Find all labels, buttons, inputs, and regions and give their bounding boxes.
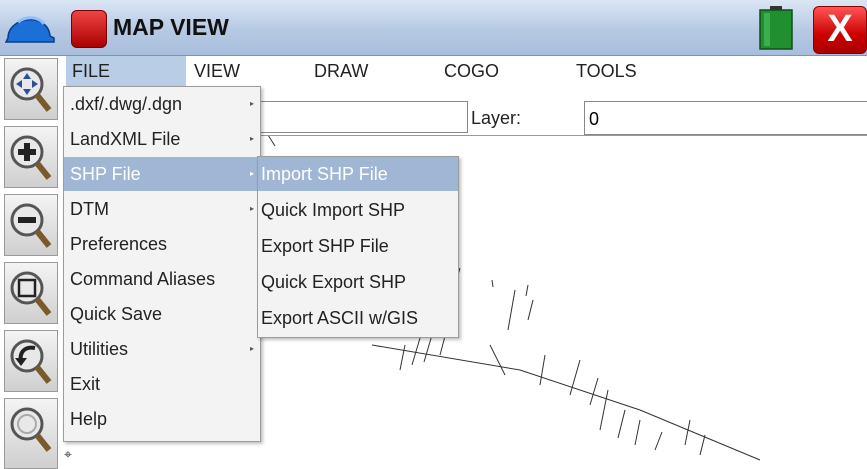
shp-menu-item-quick-export[interactable]: Quick Export SHP xyxy=(258,265,458,299)
battery-icon xyxy=(759,6,793,50)
left-toolbar xyxy=(0,56,60,469)
menu-bar: FILE VIEW DRAW COGO TOOLS xyxy=(60,56,867,86)
shp-menu-item-export-ascii[interactable]: Export ASCII w/GIS xyxy=(258,301,458,335)
shp-menu-item-quick-import[interactable]: Quick Import SHP xyxy=(258,193,458,227)
file-menu-item-dxf[interactable]: .dxf/.dwg/.dgn ▸ xyxy=(64,87,260,121)
menu-draw[interactable]: DRAW xyxy=(314,61,368,82)
menu-cogo[interactable]: COGO xyxy=(444,61,499,82)
app-title: MAP VIEW xyxy=(113,14,229,40)
zoom-in-button[interactable] xyxy=(4,126,58,188)
layer-label: Layer: xyxy=(471,108,522,128)
zoom-previous-button[interactable] xyxy=(4,330,58,392)
close-button[interactable]: X xyxy=(813,6,867,54)
zoom-window-icon xyxy=(10,271,52,316)
zoom-window-button[interactable] xyxy=(4,262,58,324)
title-bar: MAP VIEW X xyxy=(0,0,867,56)
file-menu-item-quick-save[interactable]: Quick Save xyxy=(64,297,260,331)
menu-file-label: FILE xyxy=(72,61,111,81)
file-menu-item-dtm[interactable]: DTM ▸ xyxy=(64,192,260,226)
layer-field[interactable]: 0 xyxy=(584,101,867,135)
submenu-arrow-icon: ▸ xyxy=(249,99,254,108)
zoom-previous-icon xyxy=(10,339,52,384)
shp-menu-item-export[interactable]: Export SHP File xyxy=(258,229,458,263)
zoom-extents-icon xyxy=(10,407,52,452)
file-menu-item-help[interactable]: Help xyxy=(64,402,260,436)
zoom-out-button[interactable] xyxy=(4,194,58,256)
hard-hat-icon[interactable] xyxy=(4,8,56,48)
file-menu-item-exit[interactable]: Exit xyxy=(64,367,260,401)
pan-button[interactable] xyxy=(4,58,58,120)
zoom-out-icon xyxy=(10,203,52,248)
zoom-in-icon xyxy=(10,135,52,180)
form-divider xyxy=(258,135,867,136)
file-menu: .dxf/.dwg/.dgn ▸ LandXML File ▸ SHP File… xyxy=(63,86,261,442)
menu-tools[interactable]: TOOLS xyxy=(576,61,637,82)
submenu-arrow-icon: ▸ xyxy=(249,204,254,213)
cursor-icon: ⌖ xyxy=(64,446,72,462)
shp-submenu: Import SHP File Quick Import SHP Export … xyxy=(257,156,459,338)
file-menu-item-shp[interactable]: SHP File ▸ xyxy=(64,157,260,191)
file-menu-item-command-aliases[interactable]: Command Aliases xyxy=(64,262,260,296)
submenu-arrow-icon: ▸ xyxy=(249,344,254,353)
name-field[interactable] xyxy=(258,101,468,133)
submenu-arrow-icon: ▸ xyxy=(249,169,254,178)
app-logo-icon xyxy=(71,10,107,48)
file-menu-item-utilities[interactable]: Utilities ▸ xyxy=(64,332,260,366)
shp-menu-item-import[interactable]: Import SHP File xyxy=(258,157,458,191)
submenu-arrow-icon: ▸ xyxy=(249,134,254,143)
file-menu-item-preferences[interactable]: Preferences xyxy=(64,227,260,261)
zoom-extents-button[interactable] xyxy=(4,398,58,469)
menu-view[interactable]: VIEW xyxy=(194,61,240,82)
pan-icon xyxy=(10,67,52,112)
layer-value: 0 xyxy=(589,109,600,129)
menu-file[interactable]: FILE xyxy=(66,56,186,86)
file-menu-item-landxml[interactable]: LandXML File ▸ xyxy=(64,122,260,156)
